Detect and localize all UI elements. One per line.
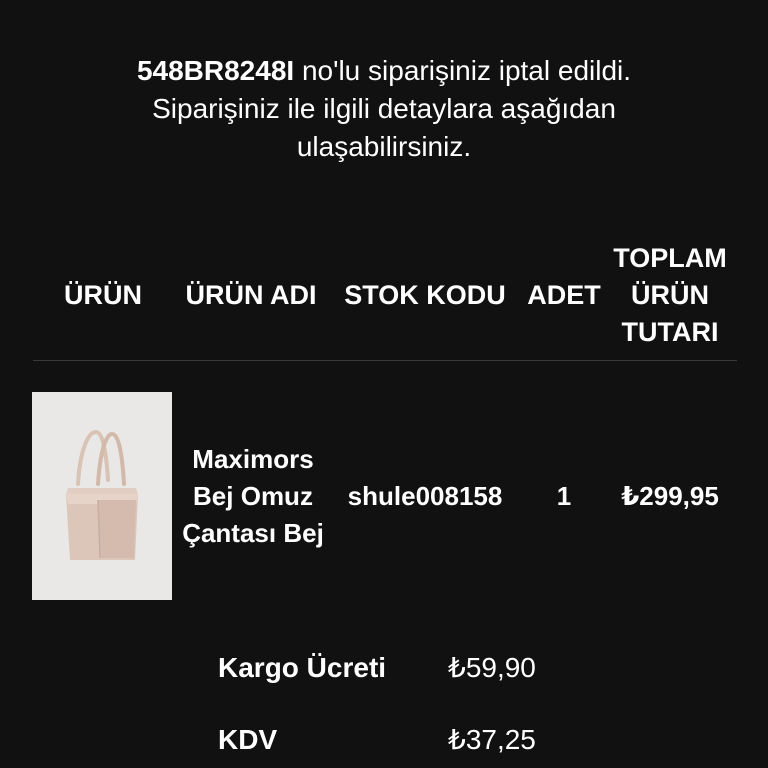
header-product-name: ÜRÜN ADI — [185, 280, 317, 310]
product-name-line-1: Maximors — [192, 444, 314, 474]
notice-line-1-text: no'lu siparişiniz iptal edildi. — [294, 55, 632, 86]
order-number: 548BR8248I — [136, 55, 295, 86]
product-total: ₺299,95 — [621, 481, 719, 511]
product-name-line-2: Bej Omuz — [193, 481, 313, 511]
notice-line-2: Siparişiniz ile ilgili detaylara aşağıda… — [152, 93, 616, 124]
header-product: ÜRÜN — [64, 280, 142, 310]
tax-label: KDV — [218, 724, 278, 755]
tote-bag-icon — [66, 429, 138, 560]
header-total: TOPLAM ÜRÜN TUTARI — [600, 240, 740, 351]
notice-line-1: 548BR8248I no'lu siparişiniz iptal edild… — [40, 52, 728, 90]
tax-value: ₺37,25 — [448, 724, 536, 755]
header-stock-code: STOK KODU — [344, 280, 506, 310]
quantity: 1 — [556, 481, 572, 511]
product-image[interactable] — [32, 392, 172, 600]
product-name[interactable]: Maximors Bej Omuz Çantası Bej — [170, 441, 336, 552]
header-total-line-2: ÜRÜN — [631, 280, 709, 310]
header-total-line-1: TOPLAM — [613, 243, 727, 273]
table-divider — [33, 360, 737, 361]
product-name-line-3: Çantası Bej — [182, 518, 324, 548]
header-total-line-3: TUTARI — [621, 317, 719, 347]
shipping-label: Kargo Ücreti — [218, 652, 387, 683]
table-header: ÜRÜN ÜRÜN ADI STOK KODU ADET TOPLAM ÜRÜN… — [0, 240, 768, 352]
cancel-notice: 548BR8248I no'lu siparişiniz iptal edild… — [40, 52, 728, 166]
header-quantity: ADET — [527, 280, 601, 310]
notice-line-3: ulaşabilirsiniz. — [296, 131, 472, 162]
stock-code: shule008158 — [347, 481, 503, 511]
shipping-value: ₺59,90 — [448, 652, 536, 683]
order-cancel-page: 548BR8248I no'lu siparişiniz iptal edild… — [0, 0, 768, 768]
